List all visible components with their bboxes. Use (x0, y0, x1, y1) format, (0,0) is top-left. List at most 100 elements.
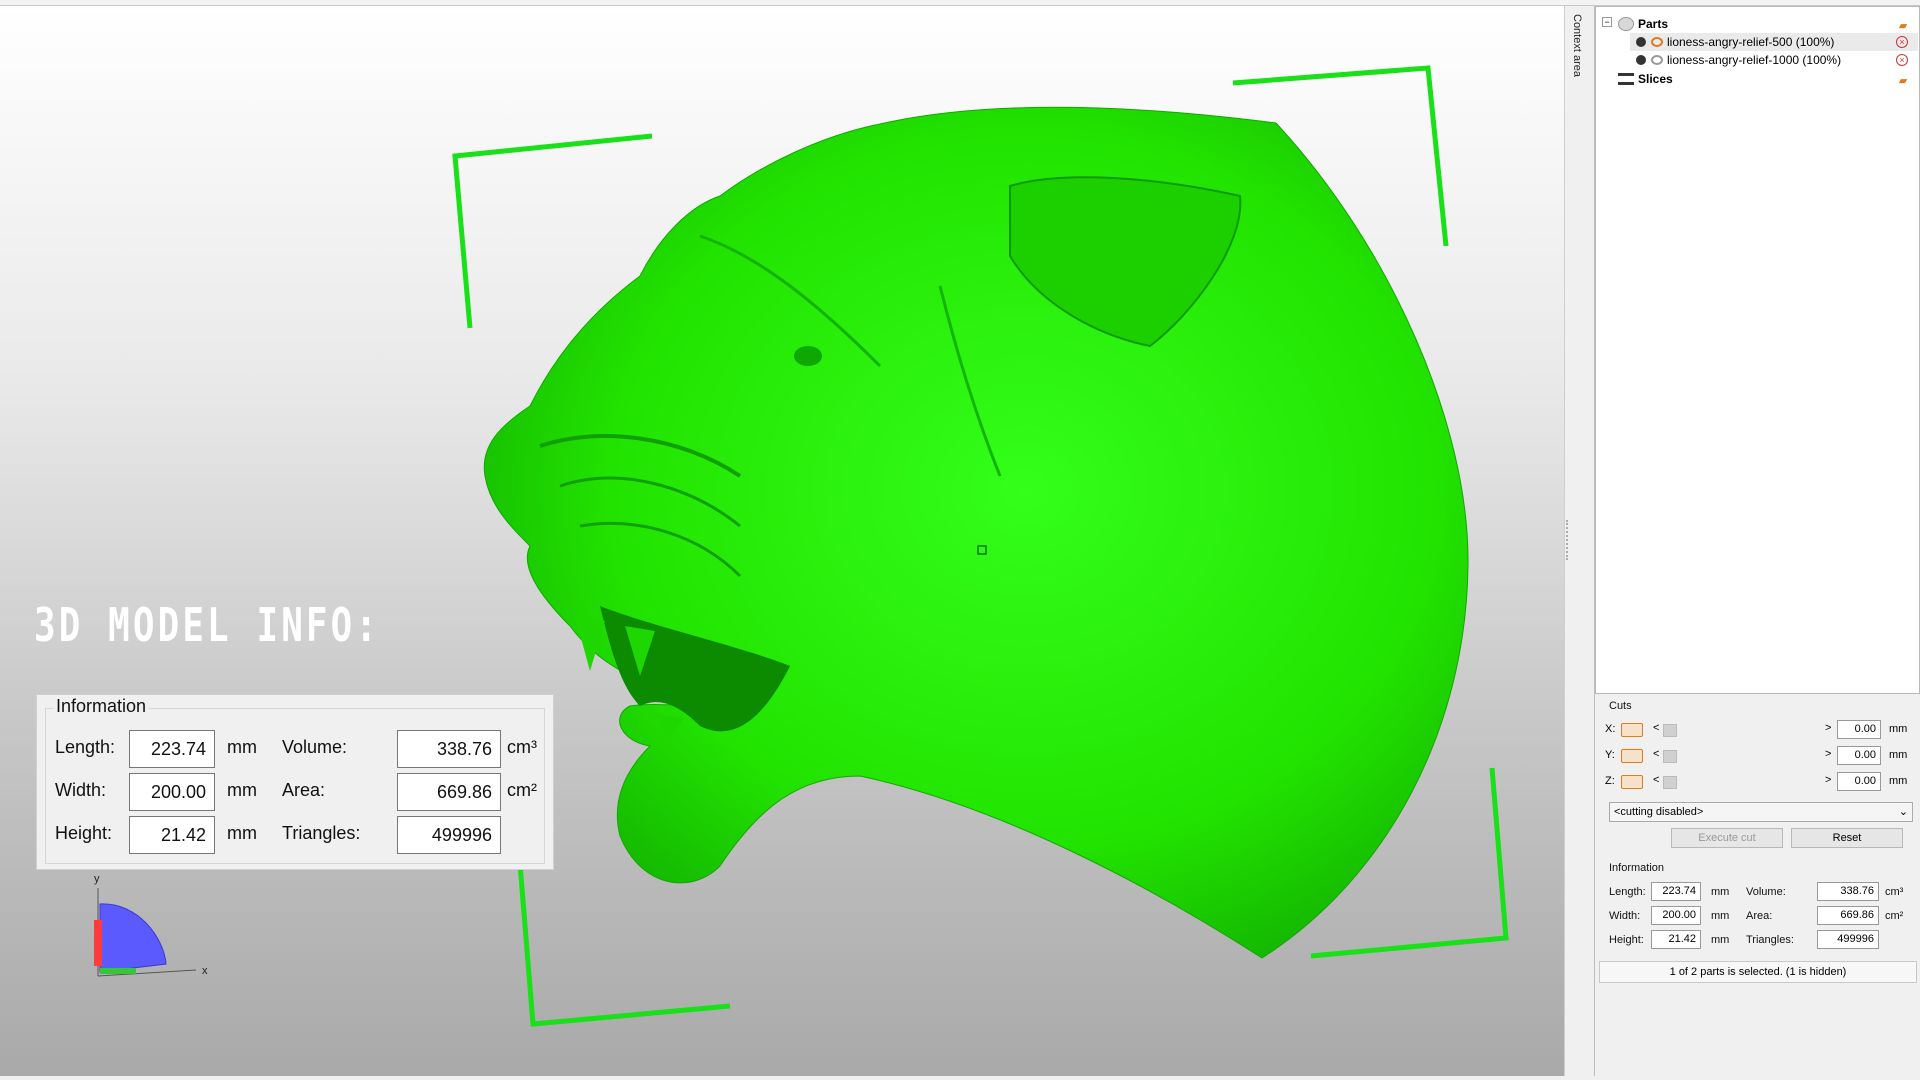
parts-label: Parts (1638, 17, 1669, 31)
cut-x-value[interactable]: 0.00 (1837, 720, 1881, 739)
cut-z-value[interactable]: 0.00 (1837, 772, 1881, 791)
part-2-label: lioness-angry-relief-1000 (100%) (1667, 53, 1842, 67)
cutting-mode-select[interactable]: <cutting disabled> ⌄ (1609, 802, 1913, 822)
y-plane-marker (100, 968, 136, 974)
length-field[interactable]: 223.74 (129, 730, 215, 768)
cut-z-increment[interactable]: > (1825, 774, 1831, 786)
height-field[interactable]: 21.42 (129, 816, 215, 854)
context-area-label: Context area (1571, 14, 1583, 77)
height-label: Height: (55, 823, 113, 843)
chevron-down-icon: ⌄ (1898, 806, 1908, 818)
tree-item-part-1[interactable]: lioness-angry-relief-500 (100%) (1630, 33, 1918, 51)
eye-hidden-icon[interactable] (1651, 55, 1663, 65)
side-length-field[interactable]: 223.74 (1651, 882, 1701, 901)
side-height-field[interactable]: 21.42 (1651, 930, 1701, 949)
width-label: Width: (55, 780, 107, 800)
scene-graphics (452, 65, 1509, 1027)
length-unit: mm (227, 737, 257, 757)
side-volume-label: Volume: (1746, 886, 1786, 898)
volume-unit: cm³ (507, 737, 537, 757)
model-info-panel: Information Length: 223.74 mm Width: 200… (36, 694, 554, 870)
lioness-model[interactable] (483, 106, 1469, 959)
cut-x-decrement[interactable]: < (1653, 722, 1659, 734)
cut-z-slider[interactable] (1663, 776, 1677, 789)
area-unit: cm² (507, 780, 537, 800)
cut-y-slider[interactable] (1663, 750, 1677, 763)
parts-icon (1618, 17, 1634, 31)
tree-node-slices[interactable]: Slices (1618, 70, 1673, 88)
execute-cut-button[interactable]: Execute cut (1671, 828, 1783, 848)
visibility-dot-icon[interactable] (1636, 55, 1646, 65)
remove-part-2-icon[interactable]: × (1896, 54, 1908, 66)
height-unit: mm (227, 823, 257, 843)
side-area-unit: cm² (1885, 910, 1904, 922)
slices-label: Slices (1638, 72, 1673, 86)
cut-y-decrement[interactable]: < (1653, 748, 1659, 760)
cut-z-decrement[interactable]: < (1653, 774, 1659, 786)
axis-gizmo: y x (94, 873, 208, 977)
volume-label: Volume: (282, 737, 348, 757)
x-axis-label: x (202, 965, 208, 977)
side-info-title: Information (1609, 862, 1665, 874)
length-label: Length: (55, 737, 116, 757)
cut-y-increment[interactable]: > (1825, 748, 1831, 760)
cut-x-toggle[interactable] (1621, 723, 1643, 737)
triangles-label: Triangles: (282, 823, 361, 843)
cut-y-toggle[interactable] (1621, 749, 1643, 763)
collapse-toggle[interactable]: − (1602, 17, 1612, 27)
tree-node-parts[interactable]: Parts (1618, 15, 1668, 33)
side-triangles-field[interactable]: 499996 (1817, 930, 1879, 949)
side-length-label: Length: (1609, 886, 1646, 898)
z-plane-quadrant (99, 903, 167, 973)
side-area-label: Area: (1746, 910, 1773, 922)
cut-x-unit: mm (1889, 723, 1908, 735)
overlay-title: 3D MODEL INFO: (34, 598, 381, 652)
info-title: Information (53, 696, 150, 717)
context-area-tab[interactable]: Context area (1564, 6, 1594, 1076)
area-label: Area: (282, 780, 326, 800)
visibility-dot-icon[interactable] (1636, 37, 1646, 47)
cut-y-label: Y: (1605, 749, 1615, 761)
cut-x-label: X: (1605, 723, 1616, 735)
cut-row-y: Y: < > 0.00 mm (1605, 746, 1915, 766)
side-length-unit: mm (1711, 886, 1730, 898)
3d-viewport[interactable]: 3D MODEL INFO: Information Length: 223.7… (0, 6, 1564, 1076)
part-1-label: lioness-angry-relief-500 (100%) (1667, 35, 1835, 49)
cut-z-toggle[interactable] (1621, 775, 1643, 789)
side-height-unit: mm (1711, 934, 1730, 946)
triangles-field[interactable]: 499996 (397, 816, 501, 854)
panel-splitter[interactable] (1566, 520, 1568, 560)
cut-x-slider[interactable] (1663, 724, 1677, 737)
cutting-mode-value: <cutting disabled> (1614, 806, 1704, 818)
x-plane-marker (94, 920, 102, 966)
cut-row-x: X: < > 0.00 mm (1605, 720, 1915, 740)
side-width-unit: mm (1711, 910, 1730, 922)
side-volume-field[interactable]: 338.76 (1817, 882, 1879, 901)
side-width-label: Width: (1609, 910, 1641, 922)
remove-part-1-icon[interactable]: × (1896, 36, 1908, 48)
width-field[interactable]: 200.00 (129, 773, 215, 811)
side-width-field[interactable]: 200.00 (1651, 906, 1701, 925)
parts-tree[interactable]: − Parts ▰ lioness-angry-relief-500 (100%… (1595, 6, 1920, 694)
folder-icon[interactable]: ▰ (1896, 18, 1910, 32)
right-panel: − Parts ▰ lioness-angry-relief-500 (100%… (1594, 6, 1920, 1076)
reset-button[interactable]: Reset (1791, 828, 1903, 848)
side-volume-unit: cm³ (1885, 886, 1904, 898)
side-height-label: Height: (1609, 934, 1644, 946)
cut-x-increment[interactable]: > (1825, 722, 1831, 734)
selection-status: 1 of 2 parts is selected. (1 is hidden) (1599, 961, 1917, 983)
side-triangles-label: Triangles: (1746, 934, 1794, 946)
side-area-field[interactable]: 669.86 (1817, 906, 1879, 925)
cut-z-unit: mm (1889, 775, 1908, 787)
cut-y-value[interactable]: 0.00 (1837, 746, 1881, 765)
area-field[interactable]: 669.86 (397, 773, 501, 811)
cut-y-unit: mm (1889, 749, 1908, 761)
bracket-bottom-left (517, 863, 731, 1027)
slices-icon (1618, 73, 1634, 85)
tree-item-part-2[interactable]: lioness-angry-relief-1000 (100%) (1630, 51, 1918, 69)
folder-icon[interactable]: ▰ (1896, 73, 1910, 87)
cut-z-label: Z: (1605, 775, 1615, 787)
eye-icon[interactable] (1651, 37, 1663, 47)
width-unit: mm (227, 780, 257, 800)
volume-field[interactable]: 338.76 (397, 730, 501, 768)
